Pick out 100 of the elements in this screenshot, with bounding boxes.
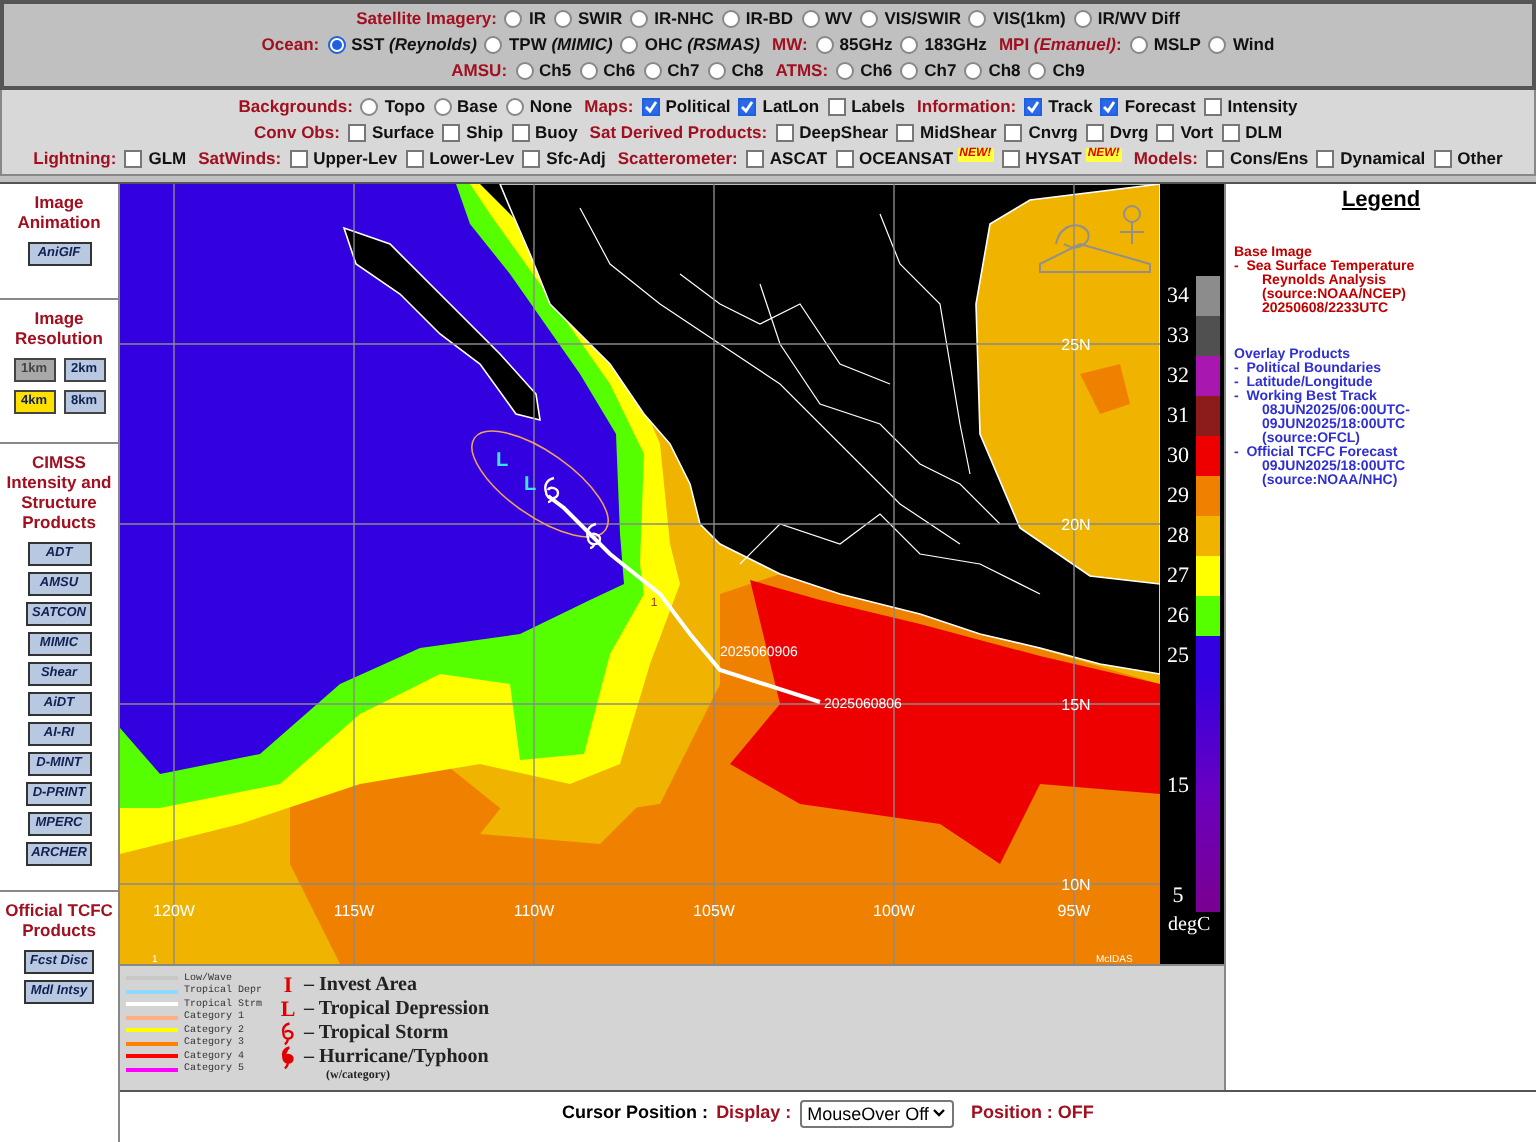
- option-label[interactable]: OHC (RSMAS): [644, 32, 760, 58]
- checkbox[interactable]: [1100, 97, 1119, 115]
- checkbox[interactable]: [124, 149, 143, 167]
- radio-button[interactable]: [504, 10, 523, 28]
- option-label[interactable]: Dvrg: [1109, 119, 1149, 145]
- checkbox[interactable]: [1316, 149, 1335, 167]
- display-select[interactable]: MouseOver Off: [799, 1099, 955, 1127]
- option-label[interactable]: Intensity: [1227, 93, 1298, 119]
- checkbox[interactable]: [511, 123, 530, 141]
- checkbox[interactable]: [1433, 149, 1452, 167]
- checkbox[interactable]: [1221, 123, 1240, 141]
- option-label[interactable]: HYSAT: [1025, 145, 1082, 171]
- option-label[interactable]: Political: [665, 93, 731, 119]
- checkbox[interactable]: [896, 123, 915, 141]
- option-label[interactable]: SST (Reynolds): [351, 32, 477, 58]
- option-label[interactable]: Ch9: [1052, 58, 1085, 84]
- checkbox[interactable]: [1024, 97, 1043, 115]
- option-label[interactable]: IR/WV Diff: [1097, 6, 1180, 32]
- radio-button[interactable]: [579, 62, 598, 80]
- option-label[interactable]: Ch6: [603, 58, 636, 84]
- option-label[interactable]: Other: [1457, 145, 1503, 171]
- radio-button[interactable]: [1208, 36, 1227, 54]
- option-label[interactable]: Ch8: [988, 58, 1021, 84]
- radio-button[interactable]: [815, 36, 834, 54]
- option-label[interactable]: Labels: [851, 93, 906, 119]
- radio-button[interactable]: [327, 36, 346, 54]
- option-label[interactable]: Ch8: [731, 58, 764, 84]
- checkbox[interactable]: [1205, 149, 1224, 167]
- option-label[interactable]: OCEANSAT: [859, 145, 954, 171]
- radio-button[interactable]: [433, 97, 452, 115]
- checkbox[interactable]: [1203, 97, 1222, 115]
- option-label[interactable]: Sfc-Adj: [546, 145, 606, 171]
- option-label[interactable]: None: [529, 93, 573, 119]
- radio-button[interactable]: [553, 10, 572, 28]
- checkbox[interactable]: [1001, 149, 1020, 167]
- option-label[interactable]: Track: [1048, 93, 1093, 119]
- option-label[interactable]: 183GHz: [924, 32, 987, 58]
- option-label[interactable]: Ch7: [667, 58, 700, 84]
- option-label[interactable]: LatLon: [762, 93, 820, 119]
- checkbox[interactable]: [289, 149, 308, 167]
- option-label[interactable]: Ship: [466, 119, 504, 145]
- option-label[interactable]: IR-BD: [745, 6, 794, 32]
- radio-button[interactable]: [1129, 36, 1148, 54]
- option-label[interactable]: Wind: [1232, 32, 1275, 58]
- radio-button[interactable]: [484, 36, 503, 54]
- option-label[interactable]: Base: [457, 93, 498, 119]
- option-label[interactable]: VIS/SWIR: [884, 6, 961, 32]
- checkbox[interactable]: [347, 123, 366, 141]
- radio-button[interactable]: [900, 62, 919, 80]
- checkbox[interactable]: [1004, 123, 1023, 141]
- radio-button[interactable]: [1028, 62, 1047, 80]
- option-label[interactable]: Topo: [384, 93, 426, 119]
- checkbox[interactable]: [405, 149, 424, 167]
- radio-button[interactable]: [620, 36, 639, 54]
- option-label[interactable]: TPW (MIMIC): [508, 32, 613, 58]
- radio-button[interactable]: [721, 10, 740, 28]
- checkbox[interactable]: [522, 149, 541, 167]
- option-label[interactable]: Dynamical: [1340, 145, 1426, 171]
- radio-button[interactable]: [360, 97, 379, 115]
- radio-button[interactable]: [1073, 10, 1092, 28]
- option-label[interactable]: DeepShear: [799, 119, 889, 145]
- option-label[interactable]: Cnvrg: [1028, 119, 1078, 145]
- option-label[interactable]: Ch6: [860, 58, 893, 84]
- option-label[interactable]: IR: [528, 6, 546, 32]
- option-label[interactable]: MidShear: [920, 119, 997, 145]
- option-label[interactable]: SWIR: [577, 6, 623, 32]
- radio-button[interactable]: [900, 36, 919, 54]
- option-label[interactable]: Forecast: [1124, 93, 1196, 119]
- option-label[interactable]: MSLP: [1153, 32, 1201, 58]
- radio-button[interactable]: [801, 10, 820, 28]
- radio-button[interactable]: [643, 62, 662, 80]
- checkbox[interactable]: [641, 97, 660, 115]
- checkbox[interactable]: [745, 149, 764, 167]
- checkbox[interactable]: [1156, 123, 1175, 141]
- option-label[interactable]: 85GHz: [839, 32, 893, 58]
- radio-button[interactable]: [836, 62, 855, 80]
- checkbox[interactable]: [775, 123, 794, 141]
- radio-button[interactable]: [964, 62, 983, 80]
- radio-button[interactable]: [515, 62, 534, 80]
- radio-button[interactable]: [968, 10, 987, 28]
- checkbox[interactable]: [827, 97, 846, 115]
- option-label[interactable]: Ch7: [924, 58, 957, 84]
- option-label[interactable]: WV: [825, 6, 853, 32]
- radio-button[interactable]: [707, 62, 726, 80]
- option-label[interactable]: DLM: [1245, 119, 1283, 145]
- option-label[interactable]: Buoy: [535, 119, 578, 145]
- option-label[interactable]: Lower-Lev: [429, 145, 515, 171]
- option-label[interactable]: ASCAT: [769, 145, 828, 171]
- option-label[interactable]: VIS(1km): [992, 6, 1066, 32]
- option-label[interactable]: Cons/Ens: [1229, 145, 1309, 171]
- checkbox[interactable]: [1085, 123, 1104, 141]
- radio-button[interactable]: [630, 10, 649, 28]
- checkbox[interactable]: [835, 149, 854, 167]
- option-label[interactable]: Upper-Lev: [313, 145, 398, 171]
- option-label[interactable]: GLM: [148, 145, 187, 171]
- option-label[interactable]: IR-NHC: [654, 6, 714, 32]
- radio-button[interactable]: [860, 10, 879, 28]
- checkbox[interactable]: [738, 97, 757, 115]
- option-label[interactable]: Surface: [371, 119, 435, 145]
- radio-button[interactable]: [505, 97, 524, 115]
